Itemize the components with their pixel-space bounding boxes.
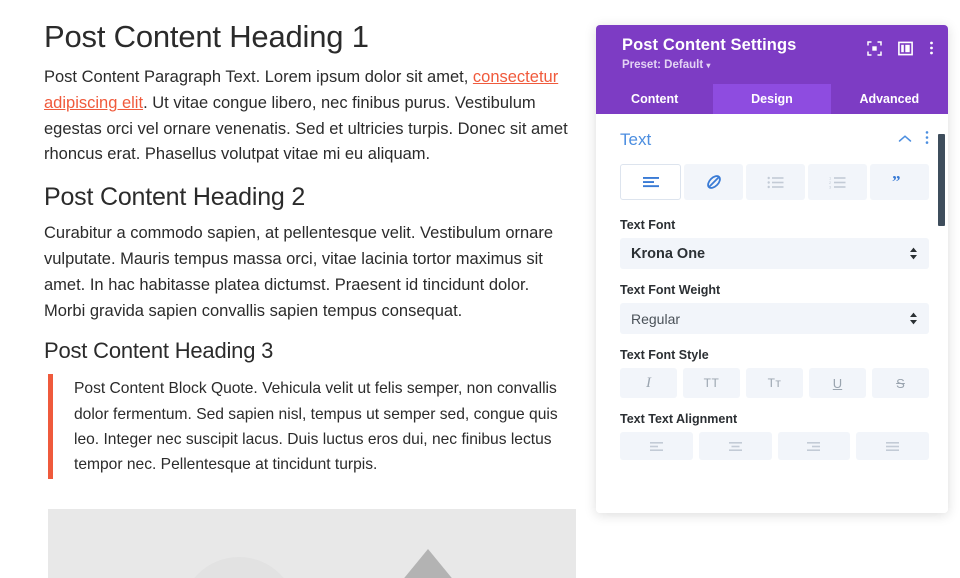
quote-text-icon[interactable]: ” bbox=[870, 164, 929, 200]
paragraph-1: Post Content Paragraph Text. Lorem ipsum… bbox=[44, 65, 574, 169]
paragraph-2: Curabitur a commodo sapien, at pellentes… bbox=[44, 223, 554, 320]
small-caps-button[interactable]: Tт bbox=[746, 368, 803, 398]
panel-body: Text 1 2 3 ” Text Font Krona One Text Fo… bbox=[596, 114, 948, 513]
text-font-weight-label: Text Font Weight bbox=[620, 283, 721, 297]
panel-layout-icon[interactable] bbox=[898, 41, 913, 56]
panel-header: Post Content Settings Preset: Default ▾ bbox=[596, 25, 948, 84]
post-content-preview: Post Content Heading 1 Post Content Para… bbox=[0, 0, 596, 578]
panel-scrollbar-thumb[interactable] bbox=[938, 134, 945, 226]
panel-title: Post Content Settings bbox=[622, 36, 797, 54]
text-text-alignment-field: Text Text Alignment bbox=[620, 412, 929, 460]
text-font-weight-select[interactable]: Regular bbox=[620, 303, 929, 334]
svg-text:3: 3 bbox=[829, 184, 832, 188]
align-justify-button[interactable] bbox=[856, 432, 929, 460]
post-content-settings-panel: Post Content Settings Preset: Default ▾ bbox=[596, 25, 948, 513]
text-font-style-field: Text Font Style I TT Tт U S bbox=[620, 348, 929, 398]
text-font-style-buttons: I TT Tт U S bbox=[620, 368, 929, 398]
chevron-down-icon: ▾ bbox=[706, 60, 711, 70]
text-text-alignment-label: Text Text Alignment bbox=[620, 412, 738, 426]
panel-tabs: Content Design Advanced bbox=[596, 84, 948, 114]
text-font-field: Text Font Krona One bbox=[620, 218, 929, 269]
chevron-up-icon[interactable] bbox=[898, 131, 912, 149]
italic-glyph: I bbox=[646, 374, 651, 391]
text-font-weight-value: Regular bbox=[631, 310, 681, 327]
unordered-list-icon[interactable] bbox=[746, 164, 805, 200]
preset-selector[interactable]: Preset: Default ▾ bbox=[622, 59, 796, 71]
svg-text:”: ” bbox=[892, 175, 901, 189]
uppercase-button[interactable]: TT bbox=[683, 368, 740, 398]
text-section-header: Text bbox=[620, 130, 929, 150]
strikethrough-glyph: S bbox=[896, 375, 905, 391]
underline-glyph: U bbox=[832, 375, 843, 391]
image-placeholder bbox=[48, 509, 576, 578]
panel-scrollbar[interactable] bbox=[938, 128, 945, 499]
block-quote-text: Post Content Block Quote. Vehicula velit… bbox=[74, 380, 558, 474]
more-options-icon[interactable] bbox=[925, 130, 929, 150]
text-type-tabs: 1 2 3 ” bbox=[620, 164, 929, 200]
tab-design[interactable]: Design bbox=[713, 84, 831, 114]
text-font-weight-field: Text Font Weight Regular bbox=[620, 283, 929, 334]
italic-button[interactable]: I bbox=[620, 368, 677, 398]
heading-3: Post Content Heading 3 bbox=[44, 338, 274, 364]
focus-target-icon[interactable] bbox=[867, 40, 882, 56]
text-font-label: Text Font bbox=[620, 218, 676, 232]
spinner-icon bbox=[909, 312, 918, 325]
tab-advanced[interactable]: Advanced bbox=[831, 84, 948, 114]
align-right-button[interactable] bbox=[777, 432, 851, 460]
preset-label: Preset: Default bbox=[622, 58, 704, 71]
text-font-select[interactable]: Krona One bbox=[620, 238, 929, 269]
page-title: Post Content Heading 1 bbox=[44, 19, 369, 54]
heading-2: Post Content Heading 2 bbox=[44, 183, 306, 212]
link-text-icon[interactable] bbox=[684, 164, 743, 200]
strikethrough-button[interactable]: S bbox=[872, 368, 929, 398]
spinner-icon bbox=[909, 247, 918, 260]
block-quote: Post Content Block Quote. Vehicula velit… bbox=[48, 374, 574, 480]
ordered-list-icon[interactable]: 1 2 3 bbox=[808, 164, 867, 200]
placeholder-mountain-back-icon bbox=[346, 549, 510, 578]
align-center-button[interactable] bbox=[698, 432, 772, 460]
text-font-value: Krona One bbox=[631, 245, 706, 262]
paragraph-text-icon[interactable] bbox=[620, 164, 681, 200]
text-font-style-label: Text Font Style bbox=[620, 348, 709, 362]
tab-content[interactable]: Content bbox=[596, 84, 713, 114]
placeholder-sun-icon bbox=[181, 557, 297, 578]
underline-button[interactable]: U bbox=[809, 368, 866, 398]
small-caps-glyph: Tт bbox=[767, 376, 782, 390]
align-left-button[interactable] bbox=[620, 432, 693, 460]
panel-header-icons bbox=[867, 35, 934, 56]
uppercase-glyph: TT bbox=[703, 376, 720, 390]
text-text-alignment-buttons bbox=[620, 432, 929, 460]
panel-header-titles: Post Content Settings Preset: Default ▾ bbox=[622, 35, 796, 71]
section-title: Text bbox=[620, 130, 652, 149]
paragraph-1-text-before: Post Content Paragraph Text. Lorem ipsum… bbox=[44, 67, 473, 86]
section-tools bbox=[898, 130, 929, 150]
more-options-icon[interactable] bbox=[929, 40, 934, 56]
